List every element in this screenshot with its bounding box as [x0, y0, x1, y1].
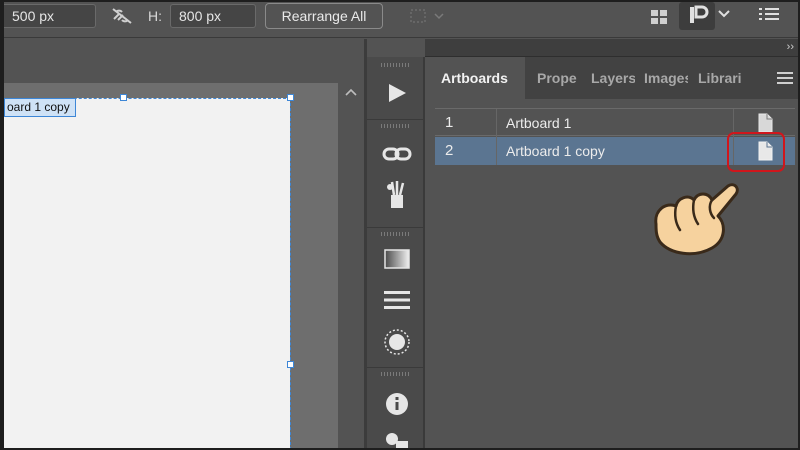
highlight-outline [727, 132, 785, 172]
reference-point-icon[interactable] [407, 8, 447, 26]
rearrange-all-button[interactable]: Rearrange All [265, 3, 383, 29]
align-icon[interactable] [379, 284, 415, 316]
panel-menu-icon[interactable] [758, 5, 780, 23]
brushes-icon[interactable] [379, 178, 415, 210]
divider [367, 227, 425, 228]
grip-handle[interactable] [381, 63, 409, 67]
workspace-switcher-icon[interactable] [679, 2, 715, 30]
document-tab-strip [4, 39, 364, 83]
tab-artboards[interactable]: Artboards [427, 57, 525, 99]
grip-handle[interactable] [381, 232, 409, 236]
app-window: 500 px H: 800 px Rearrange All oard 1 co… [0, 0, 800, 450]
chevron-down-icon[interactable] [716, 6, 732, 22]
control-bar: 500 px H: 800 px Rearrange All [4, 2, 798, 38]
info-icon[interactable] [379, 388, 415, 420]
tab-libraries[interactable]: Librari [698, 57, 746, 99]
gradient-icon[interactable] [379, 243, 415, 275]
panel-collapse-bar: ‹‹ ›› [367, 39, 798, 57]
artboard-number: 2 [445, 142, 454, 159]
height-field[interactable]: 800 px [170, 4, 256, 28]
tab-layers[interactable]: Layers [591, 57, 635, 99]
divider [367, 367, 425, 368]
vertical-scrollbar[interactable] [338, 83, 364, 448]
grip-handle[interactable] [381, 124, 409, 128]
artboard-number: 1 [445, 114, 454, 131]
divider [367, 119, 425, 120]
tab-properties[interactable]: Prope [537, 57, 581, 99]
artboard-name[interactable]: Artboard 1 copy [496, 137, 732, 165]
width-field[interactable]: 500 px [4, 4, 96, 28]
artboard[interactable] [4, 98, 290, 448]
constrain-proportions-icon[interactable] [110, 6, 134, 26]
resize-handle[interactable] [120, 94, 127, 101]
resize-handle[interactable] [287, 94, 294, 101]
artboard-name[interactable]: Artboard 1 [496, 109, 732, 137]
tab-images[interactable]: Images [644, 57, 688, 99]
artboard-name-label: oard 1 copy [4, 98, 76, 117]
canvas-area[interactable]: oard 1 copy [4, 39, 364, 448]
panel-dock [367, 39, 425, 448]
shapes-icon[interactable] [379, 427, 415, 448]
arrange-documents-icon[interactable] [649, 8, 669, 26]
grip-handle[interactable] [381, 372, 409, 376]
collapse-right-icon[interactable]: ›› [787, 41, 794, 53]
appearance-icon[interactable] [379, 326, 415, 358]
panel-tabs: Artboards Prope Layers Images Librari [427, 57, 798, 99]
panel-icon-strip [367, 57, 425, 448]
play-icon[interactable] [379, 77, 415, 109]
link-icon[interactable] [379, 138, 415, 170]
resize-handle[interactable] [287, 361, 294, 368]
height-label: H: [148, 8, 162, 24]
artboards-panel: Artboards Prope Layers Images Librari 1 … [427, 57, 798, 448]
panel-options-icon[interactable] [777, 71, 793, 84]
chevron-up-icon[interactable] [344, 85, 358, 99]
pointing-hand-icon [648, 180, 744, 260]
